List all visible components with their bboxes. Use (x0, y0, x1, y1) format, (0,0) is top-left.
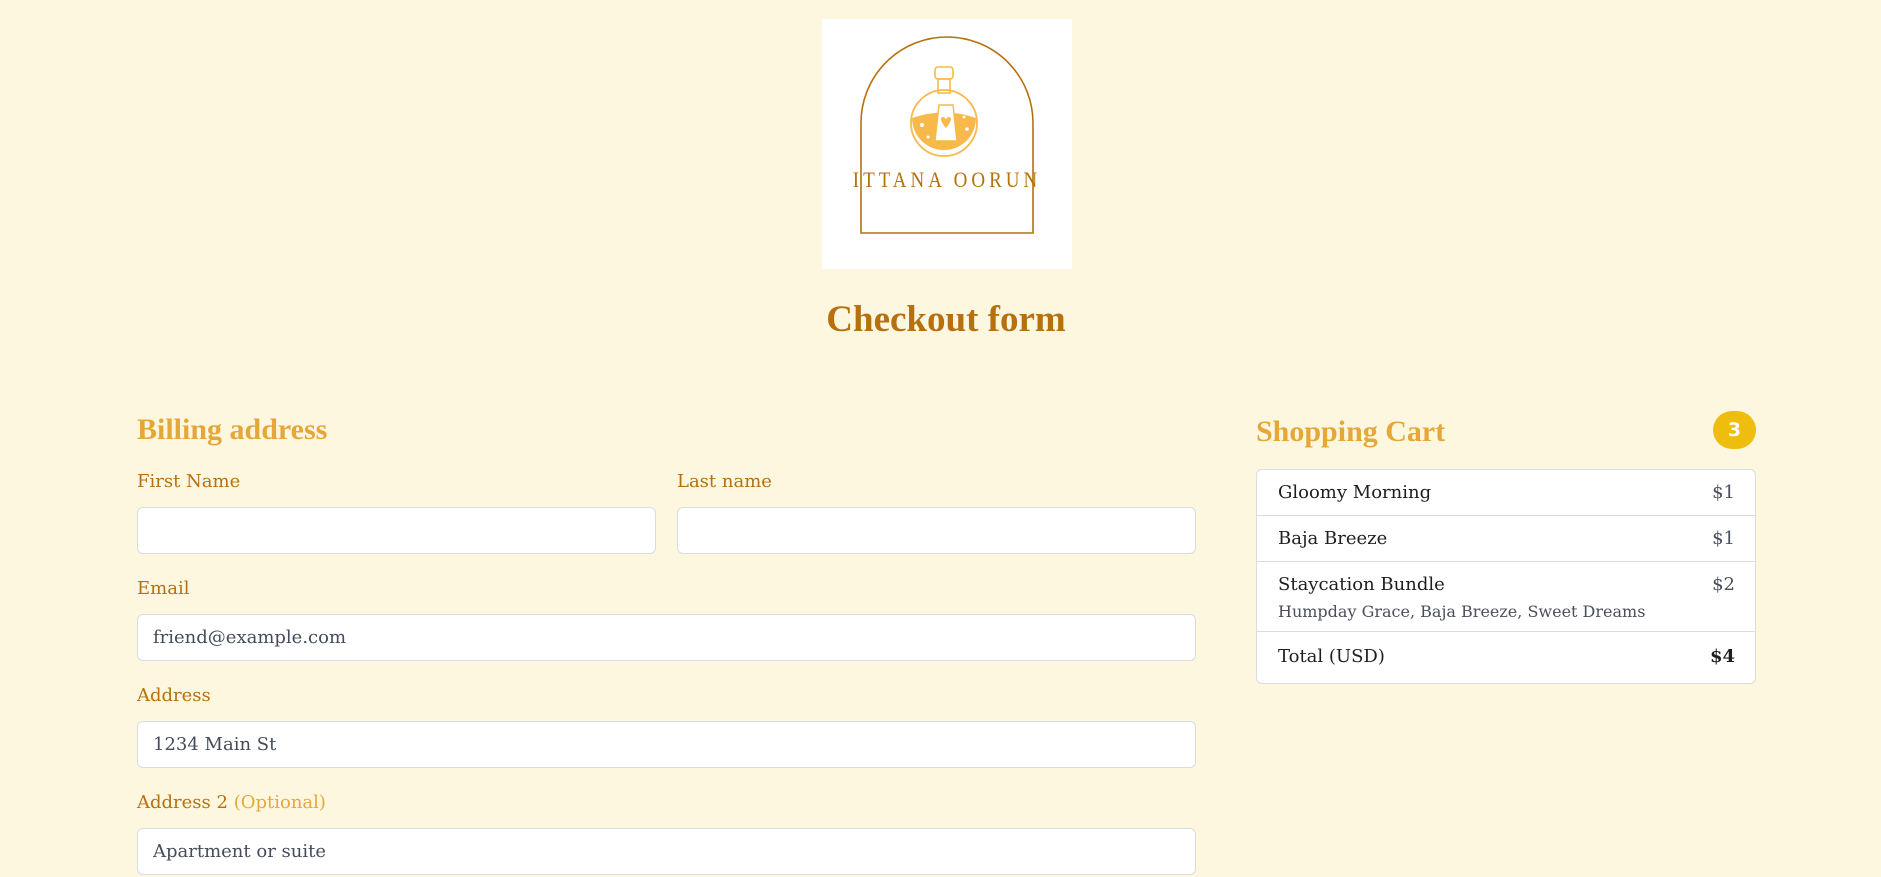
cart-list: Gloomy Morning $1 Baja Breeze $1 Staycat… (1256, 469, 1756, 684)
email-label: Email (137, 578, 190, 599)
last-name-label: Last name (677, 471, 772, 492)
cart-total-row: Total (USD) $4 (1257, 632, 1755, 683)
email-input[interactable] (137, 614, 1196, 661)
cart-item-name: Gloomy Morning (1278, 482, 1432, 503)
last-name-input[interactable] (677, 507, 1196, 554)
first-name-label: First Name (137, 471, 241, 492)
billing-title: Billing address (137, 413, 328, 446)
address-label: Address (137, 685, 211, 706)
cart-item-bundle: Staycation Bundle Humpday Grace, Baja Br… (1257, 562, 1755, 632)
cart-item-price: $2 (1712, 574, 1735, 595)
address2-input[interactable] (137, 828, 1196, 875)
bundle-contents: Humpday Grace, Baja Breeze, Sweet Dreams (1278, 602, 1646, 621)
potion-bottle-logo-icon: ITTANA OORUN (853, 36, 1041, 234)
address2-label-text: Address 2 (137, 792, 228, 813)
cart-total-label: Total (USD) (1278, 646, 1385, 667)
brand-logo[interactable]: ITTANA OORUN (822, 19, 1072, 269)
cart-item: Baja Breeze $1 (1257, 516, 1755, 562)
cart-item-name: Baja Breeze (1278, 528, 1388, 549)
address2-label: Address 2 (Optional) (137, 791, 326, 815)
first-name-input[interactable] (137, 507, 656, 554)
cart-item-name: Staycation Bundle (1278, 574, 1445, 595)
page-title: Checkout form (826, 299, 1066, 340)
address-input[interactable] (137, 721, 1196, 768)
optional-hint: (Optional) (233, 792, 326, 813)
logo-text: ITTANA OORUN (853, 169, 1041, 192)
cart-count-badge: 3 (1713, 411, 1756, 449)
cart-title: Shopping Cart (1256, 415, 1446, 448)
cart-item-price: $1 (1712, 482, 1735, 503)
billing-address-section: Billing address (137, 408, 1197, 452)
cart-item-price: $1 (1712, 528, 1735, 549)
cart-total-value: $4 (1709, 646, 1735, 667)
checkout-page: ITTANA OORUN Checkout form Billing addre… (0, 0, 1881, 877)
cart-item: Gloomy Morning $1 (1257, 470, 1755, 516)
